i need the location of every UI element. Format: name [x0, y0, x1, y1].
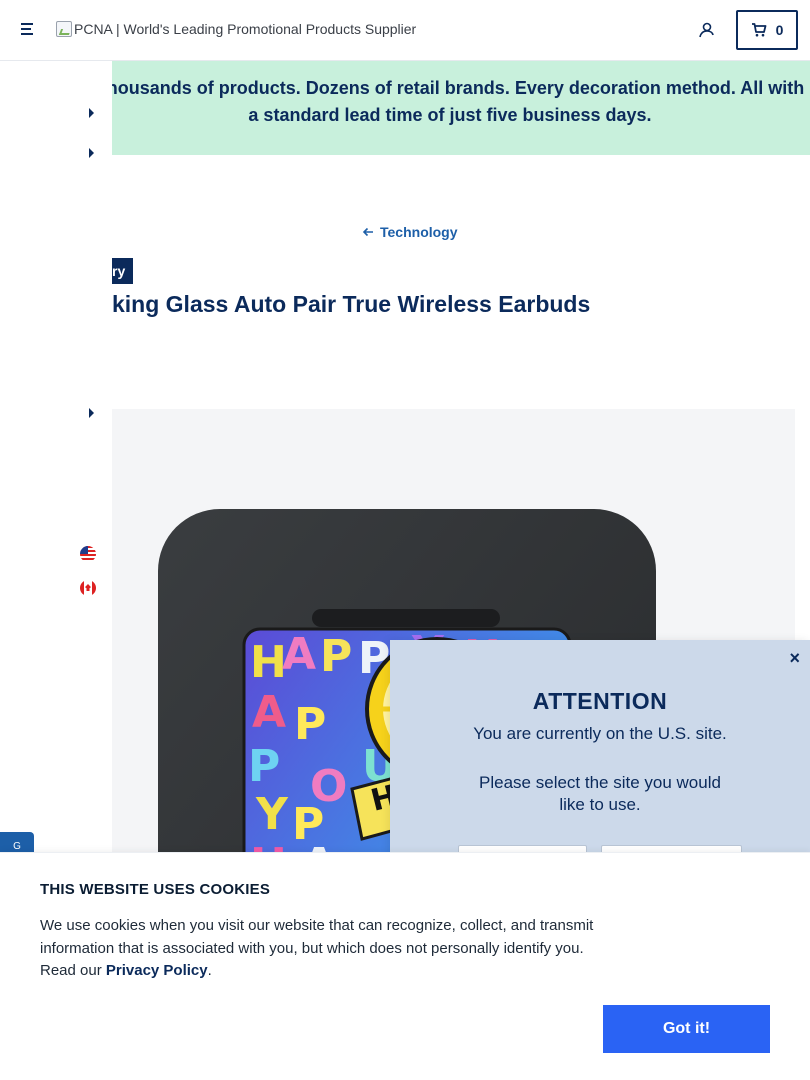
site-selection-popup: × ATTENTION You are currently on the U.S…	[390, 640, 810, 881]
svg-text:P: P	[294, 699, 326, 750]
back-to-category-link[interactable]: Technology	[362, 224, 458, 240]
cookie-text-end: .	[207, 962, 212, 979]
arrow-left-icon	[362, 227, 373, 237]
cart-icon	[751, 23, 766, 37]
us-flag-icon[interactable]	[80, 546, 96, 562]
svg-text:A: A	[252, 687, 286, 738]
cookie-banner-text: We use cookies when you visit our websit…	[40, 915, 600, 983]
promo-banner: Thousands of products. Dozens of retail …	[0, 61, 810, 155]
hamburger-menu-button[interactable]	[18, 20, 38, 40]
promo-banner-text: Thousands of products. Dozens of retail …	[95, 78, 805, 125]
caret-right-icon[interactable]	[88, 147, 96, 159]
caret-right-icon[interactable]	[88, 407, 96, 419]
logo-alt-text: PCNA | World's Leading Promotional Produ…	[74, 21, 417, 37]
close-icon[interactable]: ×	[789, 648, 800, 669]
cart-count: 0	[775, 22, 784, 38]
page: PCNA | World's Leading Promotional Produ…	[0, 0, 810, 1080]
hamburger-icon-bar	[21, 28, 31, 30]
site-logo[interactable]: PCNA | World's Leading Promotional Produ…	[56, 21, 416, 37]
account-button[interactable]	[696, 20, 716, 40]
cookie-banner: THIS WEBSITE USES COOKIES We use cookies…	[0, 852, 810, 1080]
popup-select-site-message: Please select the site you would like to…	[479, 773, 721, 814]
privacy-policy-link[interactable]: Privacy Policy	[106, 962, 208, 979]
popup-current-site-message: You are currently on the U.S. site.	[473, 724, 727, 743]
accept-cookies-button[interactable]: Got it!	[603, 1005, 770, 1053]
product-title: king Glass Auto Pair True Wireless Earbu…	[112, 291, 591, 317]
cookie-banner-title: THIS WEBSITE USES COOKIES	[40, 881, 271, 898]
svg-text:A: A	[282, 629, 316, 680]
hamburger-icon-bar	[21, 33, 33, 35]
canada-flag-icon[interactable]	[80, 580, 96, 596]
caret-right-icon[interactable]	[88, 107, 96, 119]
cart-button[interactable]: 0	[736, 10, 798, 50]
broken-image-icon	[56, 21, 72, 37]
site-header: PCNA | World's Leading Promotional Produ…	[0, 0, 810, 61]
svg-text:P: P	[320, 631, 352, 682]
hamburger-icon-bar	[21, 23, 33, 25]
svg-text:Y: Y	[255, 789, 289, 840]
svg-text:P: P	[248, 741, 280, 792]
svg-text:P: P	[292, 799, 324, 850]
user-icon	[699, 22, 714, 38]
back-link-label: Technology	[380, 224, 458, 240]
popup-title: ATTENTION	[532, 688, 668, 714]
